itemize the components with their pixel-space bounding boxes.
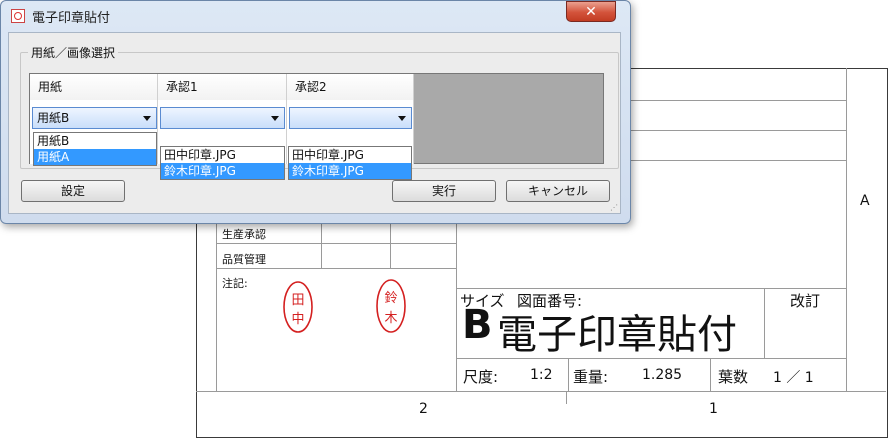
approval1-combobox[interactable] xyxy=(160,107,285,129)
dropdown-option-suzuki-seal[interactable]: 鈴木印章.JPG xyxy=(289,163,411,179)
weight-value: 1.285 xyxy=(642,367,683,383)
tanaka-seal-char-2: 中 xyxy=(291,312,304,327)
approval-col-line xyxy=(390,222,391,268)
title-block-line xyxy=(710,358,711,391)
column-header-approval1: 承認1 xyxy=(158,74,287,100)
sheet-count-value: 1 ／ 1 xyxy=(773,370,814,386)
dropdown-option-tanaka-seal[interactable]: 田中印章.JPG xyxy=(161,147,284,163)
approval-row-line xyxy=(216,268,456,269)
settings-button[interactable]: 設定 xyxy=(21,180,125,202)
approval1-dropdown-list: 田中印章.JPG 鈴木印章.JPG xyxy=(160,146,285,180)
sheet-border-right-line xyxy=(846,68,847,391)
paper-dropdown-list: 用紙B 用紙A xyxy=(33,132,157,166)
approval-row-line xyxy=(216,243,456,244)
window-title: 電子印章貼付 xyxy=(32,11,111,26)
approval2-combobox[interactable] xyxy=(289,107,412,129)
zone-label-2: 2 xyxy=(419,401,428,417)
run-button[interactable]: 実行 xyxy=(392,180,496,202)
paper-combobox[interactable]: 用紙B xyxy=(32,107,157,129)
column-header-approval2: 承認2 xyxy=(287,74,414,100)
suzuki-seal-stamp: 鈴 木 xyxy=(376,279,406,333)
suzuki-seal-char-2: 木 xyxy=(384,311,397,326)
row-label-quality-control: 品質管理 xyxy=(222,253,266,266)
zone-label-a: A xyxy=(860,193,870,209)
weight-label: 重量: xyxy=(573,368,609,386)
title-block-line xyxy=(568,358,569,391)
scale-label: 尺度: xyxy=(463,368,499,386)
row-label-production-approval: 生産承認 xyxy=(222,228,266,241)
paper-combobox-value: 用紙B xyxy=(37,111,70,125)
group-label: 用紙／画像選択 xyxy=(28,44,119,61)
zone-label-1: 1 xyxy=(709,401,718,417)
title-bar[interactable]: 電子印章貼付 ✕ xyxy=(0,0,629,32)
suzuki-seal-char-1: 鈴 xyxy=(384,291,397,306)
notes-label: 注記: xyxy=(222,277,248,290)
resize-grip-icon[interactable]: ⋰ xyxy=(610,204,618,212)
chevron-down-icon[interactable] xyxy=(271,116,279,121)
approval2-dropdown-list: 田中印章.JPG 鈴木印章.JPG xyxy=(288,146,412,180)
approval-col-line xyxy=(321,222,322,268)
scale-value: 1:2 xyxy=(530,367,553,383)
sheet-count-label: 葉数 xyxy=(718,368,749,386)
zone-divider-line xyxy=(566,391,567,404)
tanaka-seal-stamp: 田 中 xyxy=(283,281,313,333)
drawing-number-value: 電子印章貼付 xyxy=(497,312,737,358)
title-block-line xyxy=(764,288,765,358)
cancel-button[interactable]: キャンセル xyxy=(506,180,610,202)
revision-label: 改訂 xyxy=(790,292,821,310)
sheet-border-bottom-line xyxy=(196,391,886,392)
sheet-inner-left-line xyxy=(216,222,217,391)
close-button[interactable]: ✕ xyxy=(566,1,616,22)
column-header-paper: 用紙 xyxy=(30,74,158,100)
chevron-down-icon[interactable] xyxy=(398,116,406,121)
title-block-line xyxy=(456,288,846,289)
app-stamp-icon xyxy=(11,9,25,23)
dropdown-option-suzuki-seal[interactable]: 鈴木印章.JPG xyxy=(161,163,284,179)
sheet-size-value: B xyxy=(462,302,493,348)
title-block-line xyxy=(456,222,457,391)
chevron-down-icon[interactable] xyxy=(143,116,151,121)
tanaka-seal-char-1: 田 xyxy=(291,293,304,308)
dropdown-option-tanaka-seal[interactable]: 田中印章.JPG xyxy=(289,147,411,163)
dropdown-option-paper-b[interactable]: 用紙B xyxy=(34,133,156,149)
dropdown-option-paper-a[interactable]: 用紙A xyxy=(34,149,156,165)
